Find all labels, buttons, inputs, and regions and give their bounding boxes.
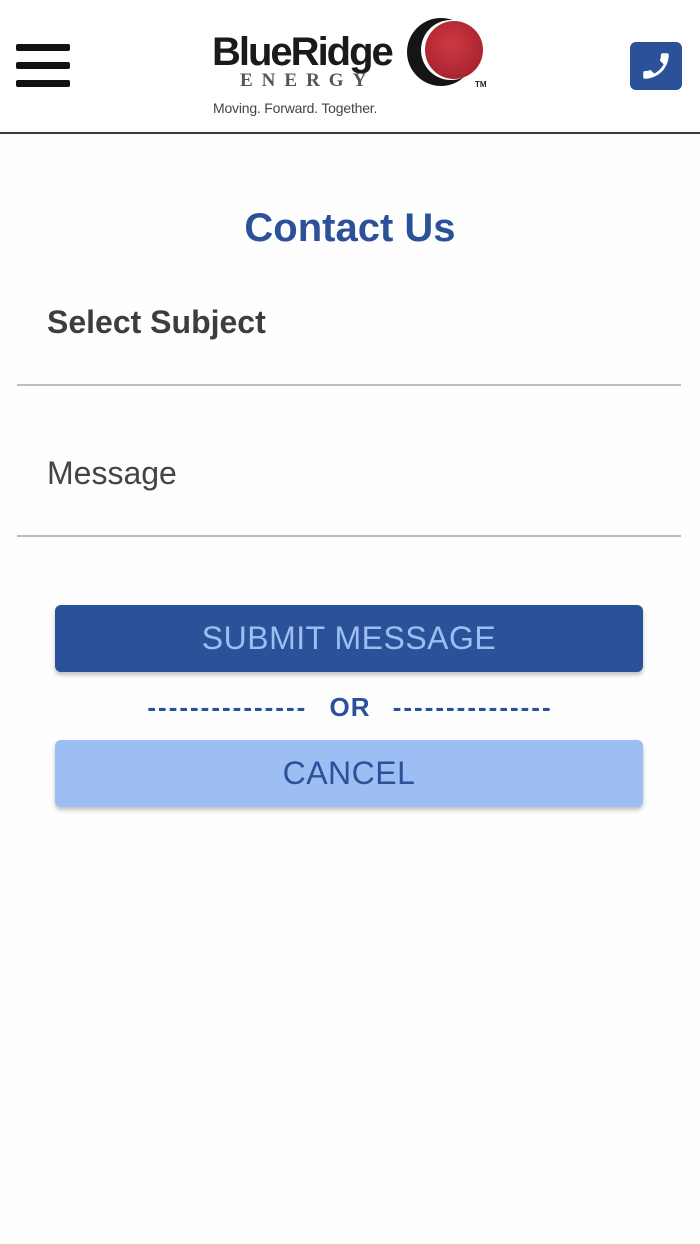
logo-circle-icon (407, 18, 483, 86)
page-title: Contact Us (244, 206, 456, 250)
message-placeholder: Message (47, 455, 177, 491)
phone-icon[interactable] (630, 42, 682, 90)
submit-message-button[interactable]: SUBMIT MESSAGE (55, 605, 643, 672)
message-input[interactable]: Message (17, 455, 681, 537)
logo-tagline: Moving. Forward. Together. (213, 100, 378, 116)
or-divider-right: --------------- (392, 692, 553, 722)
or-divider-left: --------------- (147, 692, 308, 722)
app-header: BlueRidge ENERGY TM Moving. Forward. Tog… (0, 0, 700, 134)
logo-wordmark: BlueRidge (212, 30, 394, 74)
or-divider-text: OR (329, 692, 371, 722)
logo-trademark: TM (475, 80, 487, 89)
select-subject-label: Select Subject (47, 304, 266, 340)
hamburger-menu-icon[interactable] (16, 42, 70, 88)
blueridge-energy-logo[interactable]: BlueRidge ENERGY TM Moving. Forward. Tog… (206, 14, 496, 120)
or-divider: --------------- OR --------------- (0, 690, 700, 724)
select-subject-dropdown[interactable]: Select Subject (17, 304, 681, 386)
logo-subtitle: ENERGY (240, 70, 376, 91)
cancel-button[interactable]: CANCEL (55, 740, 643, 807)
phone-glyph-icon (643, 53, 669, 79)
